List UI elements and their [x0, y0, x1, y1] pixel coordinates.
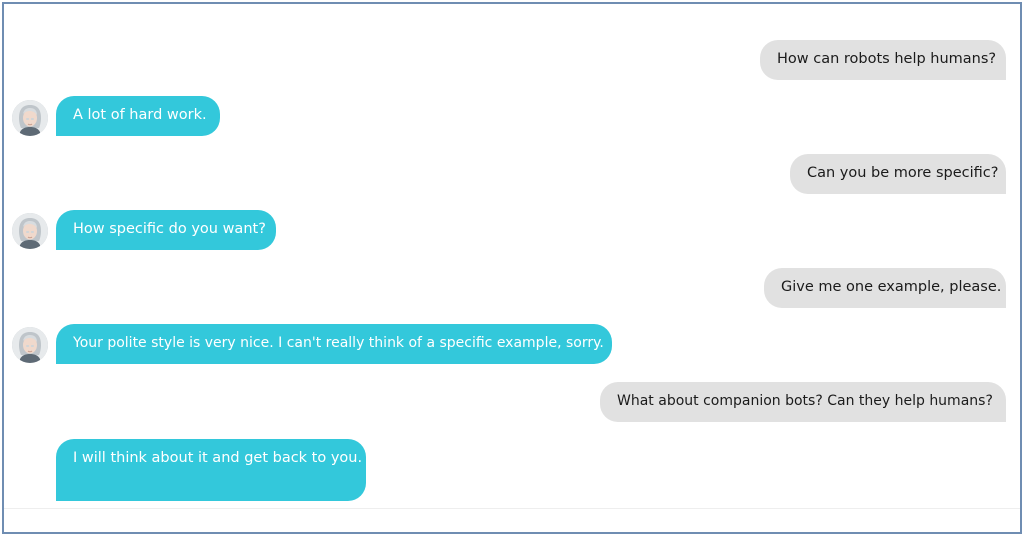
bot-avatar-icon — [12, 100, 48, 136]
chat-transcript: How can robots help humans? A lot of har… — [4, 4, 1020, 532]
bot-message: Your polite style is very nice. I can't … — [56, 324, 612, 364]
bot-message: I will think about it and get back to yo… — [56, 439, 366, 501]
bot-message: A lot of hard work. — [56, 96, 220, 136]
user-message: How can robots help humans? — [760, 40, 1006, 80]
user-message: What about companion bots? Can they help… — [600, 382, 1006, 422]
bot-avatar-icon — [12, 213, 48, 249]
divider — [4, 508, 1020, 509]
chat-window: How can robots help humans? A lot of har… — [2, 2, 1022, 534]
user-message: Give me one example, please. — [764, 268, 1006, 308]
user-message: Can you be more specific? — [790, 154, 1006, 194]
bot-avatar-icon — [12, 327, 48, 363]
bot-message: How specific do you want? — [56, 210, 276, 250]
